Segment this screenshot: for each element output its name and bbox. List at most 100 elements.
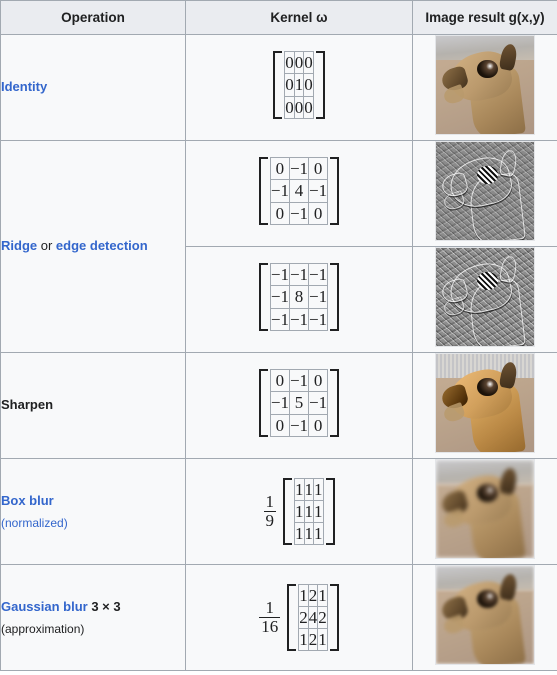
matrix-row: 111 (294, 477, 324, 501)
matrix-cell: 1 (298, 628, 309, 652)
left-bracket-icon (258, 369, 268, 437)
matrix-cell: 0 (284, 95, 295, 119)
matrix-cell: 0 (269, 201, 290, 225)
matrix-cell: 1 (294, 477, 305, 501)
matrix-cell: 2 (307, 628, 319, 652)
table-row: Box blur (normalized) 1 9 1 1 1 1 1 1 1 1 1 (0, 458, 557, 565)
image-result-cell (412, 352, 557, 459)
kernel-cell: 1 16 1 2 1 2 4 2 1 2 1 (185, 564, 413, 671)
right-bracket-icon (330, 369, 340, 437)
matrix-brackets: 111111111 (283, 477, 335, 546)
image-result-cell (412, 34, 557, 141)
matrix-cell: −1 (288, 201, 310, 225)
kernel-cell: 19111111111 (185, 458, 413, 565)
matrix-cell: −1 (308, 285, 329, 309)
matrix-cell: 2 (298, 605, 309, 630)
matrix-cell: −1 (269, 285, 290, 309)
matrix-row: 242 (298, 605, 328, 630)
operation-cell: Ridge or edge detection (0, 140, 186, 353)
gaussian-blur-result-thumbnail (435, 565, 535, 665)
matrix-grid: 0 −1 0 −1 5 −1 0 −1 0 (269, 369, 329, 437)
llama-eye (477, 483, 498, 503)
table-row: Sharpen 0 −1 0 −1 5 −1 0 −1 0 (0, 352, 557, 459)
operation-conjunction: or (37, 238, 56, 254)
operation-link[interactable]: Gaussian blur (1, 599, 88, 614)
matrix-cell: 2 (317, 605, 328, 630)
matrix-brackets: −1 −1 −1 −1 8 −1 −1 −1 −1 (258, 263, 340, 331)
image-result-cell (412, 458, 557, 565)
operation-label: Ridge or edge detection (1, 236, 185, 256)
image-result-cell (412, 246, 557, 353)
operation-cell: Box blur (normalized) (0, 458, 186, 565)
matrix-cell: 0 (308, 201, 329, 225)
fraction-denominator: 9 (263, 511, 276, 530)
left-bracket-icon (283, 477, 292, 546)
matrix-cell: 0 (284, 51, 295, 75)
matrix-cell: 1 (294, 522, 305, 546)
operation-cell: Gaussian blur 3 × 3 (approximation) (0, 564, 186, 671)
right-bracket-icon (315, 51, 325, 119)
llama-eye (477, 59, 498, 79)
matrix-cell: 2 (307, 583, 319, 607)
operation-note: (normalized) (1, 515, 68, 530)
matrix-cell: −1 (269, 179, 290, 203)
matrix-cell: 1 (303, 477, 314, 501)
matrix-cell: −1 (269, 307, 290, 331)
matrix-grid: 0 −1 0 −1 4 −1 0 −1 0 (269, 157, 329, 225)
left-bracket-icon (258, 263, 268, 331)
matrix-row: 111 (294, 499, 324, 524)
matrix-brackets: 0 −1 0 −1 5 −1 0 −1 0 (258, 369, 340, 437)
matrix-cell: 1 (303, 522, 314, 546)
operation-name: Sharpen (1, 397, 54, 413)
matrix-cell: 0 (284, 73, 295, 97)
matrix-cell: 1 (313, 522, 324, 546)
left-bracket-icon (287, 583, 297, 652)
matrix-cell: 0 (303, 73, 314, 97)
table-row: Identity 0 0 0 0 1 0 0 0 0 (0, 34, 557, 141)
operation-cell: Identity (0, 34, 186, 141)
right-bracket-icon (330, 157, 340, 225)
matrix-cell: −1 (269, 391, 290, 415)
fraction-numerator: 1 (265, 598, 275, 618)
kernel-scalar-fraction: 19 (263, 493, 276, 530)
image-result-cell (412, 564, 557, 671)
edge-detection-result-thumbnail (435, 141, 535, 241)
matrix-grid: −1 −1 −1 −1 8 −1 −1 −1 −1 (269, 263, 329, 331)
operation-link-secondary[interactable]: edge detection (56, 238, 148, 253)
right-bracket-icon (325, 477, 335, 546)
matrix-row: 000 (284, 95, 314, 119)
column-header-kernel: Kernel ω (185, 0, 413, 35)
matrix-row: 0 −1 0 (269, 413, 329, 437)
fraction-denominator: 16 (259, 617, 281, 636)
matrix-row: −1 8 −1 (269, 285, 329, 309)
matrix-cell: −1 (288, 157, 310, 181)
matrix-cell: 1 (317, 583, 328, 607)
operation-link[interactable]: Box blur (1, 493, 54, 508)
matrix-cell: −1 (308, 391, 329, 415)
matrix-row: −1 −1 −1 (269, 263, 329, 287)
matrix-cell: −1 (288, 369, 310, 393)
matrix-grid: 111111111 (294, 477, 324, 546)
matrix-cell: 0 (293, 95, 305, 119)
matrix-row: 121 (298, 583, 328, 607)
matrix-cell: 1 (313, 477, 324, 501)
left-bracket-icon (258, 157, 268, 225)
operation-link[interactable]: Identity (1, 79, 47, 94)
matrix-cell: −1 (288, 263, 310, 287)
kernel-matrix: 19111111111 (263, 477, 335, 546)
matrix-cell: 8 (288, 285, 310, 309)
operation-label: Box blur (1, 491, 185, 511)
kernel-cell: 0 −1 0 −1 5 −1 0 −1 0 (185, 352, 413, 459)
llama-eye (477, 589, 498, 609)
operation-link[interactable]: Ridge (1, 238, 37, 253)
matrix-cell: 1 (298, 583, 309, 607)
kernel-cell: 0 −1 0 −1 4 −1 0 −1 0 (185, 140, 413, 247)
matrix-cell: 0 (308, 369, 329, 393)
kernel-cell: −1 −1 −1 −1 8 −1 −1 −1 −1 (185, 246, 413, 353)
operation-cell: Sharpen (0, 352, 186, 459)
right-bracket-icon (330, 263, 340, 331)
llama-eye (477, 165, 498, 185)
sharpen-result-thumbnail (435, 353, 535, 453)
matrix-cell: 0 (303, 51, 314, 75)
matrix-cell: 4 (288, 179, 310, 203)
